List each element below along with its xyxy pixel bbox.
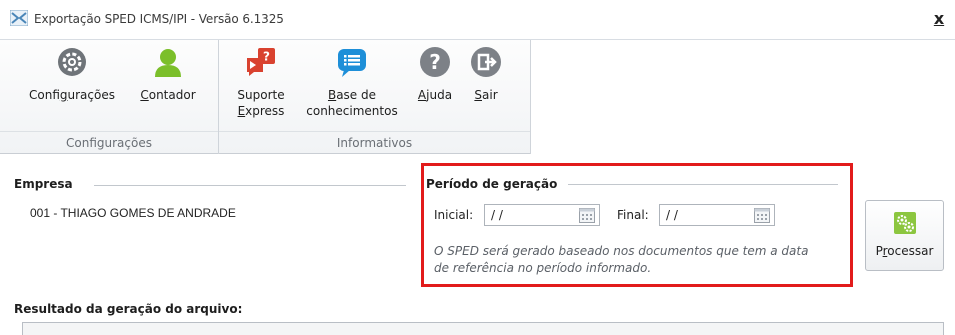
configuracoes-button[interactable]: Configurações [18,46,126,103]
contador-label: ontador [148,88,196,102]
suporte-express-button[interactable]: ? Suporte Express [227,46,295,119]
group-label-configuracoes: Configurações [66,136,152,150]
process-gears-icon [893,212,916,234]
empresa-title: Empresa [14,177,73,191]
knowledge-base-icon [338,49,366,77]
calendar-icon[interactable] [579,207,595,223]
group-label-informativos: Informativos [336,136,413,150]
configuracoes-label: Confi [29,88,60,102]
base-de-conhecimentos-button[interactable]: Base de conhecimentos [297,46,407,119]
configuracoes-mnemonic: g [59,88,68,102]
final-date-input[interactable]: / / [659,204,775,226]
final-label: Final: [617,208,649,222]
app-logo-icon [10,10,28,26]
gear-icon [58,48,86,76]
ribbon: Configurações Contador Configurações ? S… [0,40,955,154]
inicial-date-value: / / [491,208,503,222]
ajuda-mnemonic: A [417,88,427,102]
resultado-title: Resultado da geração do arquivo: [14,302,243,316]
processar-button[interactable]: Processar [865,200,944,271]
empresa-value: 001 - THIAGO GOMES DE ANDRADE [30,206,236,220]
sair-mnemonic: S [474,88,482,102]
ribbon-group-configuracoes: Configurações Contador Configurações [0,40,219,154]
contador-mnemonic: C [140,88,149,102]
close-button[interactable]: x [929,9,949,29]
ajuda-button[interactable]: ? Ajuda [407,46,463,103]
base-mnemonic: B [327,88,337,102]
person-icon [155,49,181,77]
inicial-date-input[interactable]: / / [484,204,600,226]
express-label: xpress [245,104,285,118]
group-divider [219,131,530,132]
exit-icon [471,47,501,77]
sair-button[interactable]: Sair [467,46,505,103]
suporte-label: Suporte [237,88,285,102]
final-date-value: / / [666,208,678,222]
empresa-divider [94,185,406,186]
base-label: ase de [336,88,377,102]
periodo-divider [568,184,838,185]
svg-text:?: ? [263,50,270,64]
configuracoes-label-rest: urações [67,88,115,102]
ribbon-group-informativos: ? Suporte Express Base de conhecimentos [219,40,531,154]
periodo-title: Período de geração [426,177,558,191]
periodo-note-line1: O SPED será gerado baseado nos documento… [434,244,809,258]
resultado-output[interactable] [22,322,944,335]
calendar-icon[interactable] [754,207,770,223]
ajuda-label: juda [426,88,453,102]
processar-label-pre: P [875,244,883,258]
help-icon: ? [420,47,450,77]
ribbon-empty-area [531,40,955,154]
group-divider [0,131,218,132]
window-title: Exportação SPED ICMS/IPI - Versão 6.1325 [34,12,284,26]
periodo-note: O SPED será gerado baseado nos documento… [434,243,844,277]
periodo-note-line2: de referência no período informado. [434,261,652,275]
close-icon: x [933,9,945,28]
svg-text:?: ? [429,50,441,74]
title-bar: Exportação SPED ICMS/IPI - Versão 6.1325… [0,0,955,40]
contador-button[interactable]: Contador [130,46,206,103]
processar-label: ocessar [887,244,934,258]
support-express-icon: ? [247,48,275,76]
conhecimentos-label: conhecimentos [306,104,398,118]
sair-label: air [482,88,498,102]
inicial-label: Inicial: [434,208,474,222]
